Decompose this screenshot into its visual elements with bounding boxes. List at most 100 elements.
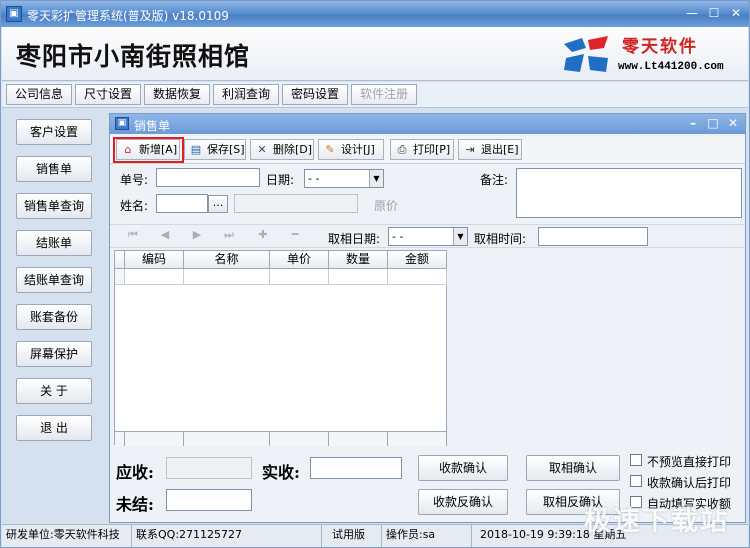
grid-empty-area	[447, 250, 745, 445]
sales-order-window: ▣ 销售单 – □ ✕ ⌂ 新增[A] ▤ 保存[S] ✕ 删除[D] ✎ 设计…	[109, 113, 746, 523]
first-record-icon[interactable]: ⏮	[126, 228, 140, 242]
name-label: 姓名:	[120, 199, 149, 213]
pickup-confirm-button[interactable]: 取相确认	[526, 455, 620, 481]
save-button[interactable]: ▤ 保存[S]	[184, 139, 246, 160]
toolbar: ⌂ 新增[A] ▤ 保存[S] ✕ 删除[D] ✎ 设计[J] ⎙ 打印[P] …	[110, 136, 745, 164]
nav-exit[interactable]: 退 出	[16, 415, 92, 441]
app-header: 枣阳市小南街照相馆 零天软件 www.Lt441200.com	[2, 27, 748, 81]
received-label: 实收:	[262, 463, 300, 482]
title-bar: ▣ 零天彩扩管理系统(普及版) v18.0109 — ☐ ✕	[1, 1, 749, 27]
tab-bar: 公司信息 尺寸设置 数据恢复 利润查询 密码设置 软件注册	[2, 82, 748, 108]
print-button[interactable]: ⎙ 打印[P]	[390, 139, 454, 160]
order-no-input[interactable]	[156, 168, 260, 187]
logo-url: www.Lt441200.com	[618, 61, 724, 73]
outstanding-label: 未结:	[116, 495, 154, 514]
design-button[interactable]: ✎ 设计[J]	[318, 139, 384, 160]
design-icon: ✎	[325, 143, 335, 156]
pickup-date-value: - -	[392, 230, 404, 243]
exit-button[interactable]: ⇥ 退出[E]	[458, 139, 522, 160]
column-header-price[interactable]: 单价	[270, 251, 329, 269]
pickup-time-input[interactable]	[538, 227, 648, 246]
date-picker[interactable]: - - ▼	[304, 169, 384, 188]
insert-record-icon[interactable]: ✚	[256, 228, 270, 241]
watermark: 极速下载站	[584, 506, 729, 537]
print-icon: ⎙	[397, 143, 407, 156]
inner-restore-button[interactable]: □	[707, 115, 719, 131]
prev-record-icon[interactable]: ◀	[158, 228, 172, 241]
tab-profit-query[interactable]: 利润查询	[213, 84, 279, 105]
exit-button-label: 退出[E]	[481, 143, 519, 156]
checkbox-label: 不预览直接打印	[647, 455, 732, 469]
date-value: - -	[308, 172, 320, 185]
delete-record-icon[interactable]: ━	[288, 228, 302, 241]
highlight-box	[113, 137, 184, 163]
status-edition: 试用版	[322, 525, 382, 547]
chevron-down-icon[interactable]: ▼	[453, 228, 467, 245]
minimize-button[interactable]: —	[683, 5, 701, 22]
nav-about[interactable]: 关 于	[16, 378, 92, 404]
delete-button[interactable]: ✕ 删除[D]	[250, 139, 314, 160]
print-button-label: 打印[P]	[413, 143, 451, 156]
status-developer: 研发单位:零天软件科技	[2, 525, 132, 547]
remark-textarea[interactable]	[516, 168, 742, 218]
brand-logo: 零天软件 www.Lt441200.com	[552, 28, 744, 80]
pickup-time-label: 取相时间:	[474, 232, 527, 246]
nav-settlement[interactable]: 结账单	[16, 230, 92, 256]
delete-icon: ✕	[257, 143, 267, 156]
last-record-icon[interactable]: ⏭	[222, 228, 236, 242]
inner-close-button[interactable]: ✕	[727, 115, 739, 131]
checkbox-box	[630, 475, 642, 487]
pickup-date-picker[interactable]: - - ▼	[388, 227, 468, 246]
chevron-down-icon[interactable]: ▼	[369, 170, 383, 187]
tab-data-restore[interactable]: 数据恢复	[144, 84, 210, 105]
column-header-quantity[interactable]: 数量	[329, 251, 388, 269]
nav-settlement-query[interactable]: 结账单查询	[16, 267, 92, 293]
save-button-label: 保存[S]	[207, 143, 245, 156]
inner-window-title: 销售单	[134, 119, 171, 133]
status-operator: 操作员:sa	[382, 525, 472, 547]
inner-title-bar: ▣ 销售单 – □ ✕	[110, 114, 745, 134]
order-no-label: 单号:	[120, 173, 149, 187]
column-header-code[interactable]: 编码	[125, 251, 184, 269]
delete-button-label: 删除[D]	[273, 143, 313, 156]
receivable-label: 应收:	[116, 463, 154, 482]
exit-icon: ⇥	[465, 143, 475, 156]
checkbox-label: 收款确认后打印	[647, 476, 732, 490]
receivable-field	[166, 457, 252, 479]
window-title: 零天彩扩管理系统(普及版) v18.0109	[27, 9, 229, 23]
received-input[interactable]	[310, 457, 402, 479]
nav-sales-order[interactable]: 销售单	[16, 156, 92, 182]
inner-window-icon: ▣	[115, 117, 129, 130]
nav-sales-order-query[interactable]: 销售单查询	[16, 193, 92, 219]
column-header-name[interactable]: 名称	[184, 251, 270, 269]
payment-unconfirm-button[interactable]: 收款反确认	[418, 489, 508, 515]
nav-account-backup[interactable]: 账套备份	[16, 304, 92, 330]
order-form: 单号: 日期: - - ▼ 备注: 姓名: ... 原价	[110, 165, 745, 223]
tab-company-info[interactable]: 公司信息	[6, 84, 72, 105]
left-nav: 客户设置 销售单 销售单查询 结账单 结账单查询 账套备份 屏幕保护 关 于 退…	[2, 109, 108, 523]
print-after-payment-checkbox[interactable]: 收款确认后打印	[630, 474, 731, 491]
grid-footer	[115, 431, 447, 446]
name-input[interactable]	[156, 194, 208, 213]
tab-software-register[interactable]: 软件注册	[351, 84, 417, 105]
column-header-amount[interactable]: 金额	[388, 251, 447, 269]
outstanding-field	[166, 489, 252, 511]
tab-password-settings[interactable]: 密码设置	[282, 84, 348, 105]
nav-customer-settings[interactable]: 客户设置	[16, 119, 92, 145]
checkbox-box	[630, 454, 642, 466]
main-window: ▣ 零天彩扩管理系统(普及版) v18.0109 — ☐ ✕ 枣阳市小南街照相馆…	[0, 0, 750, 548]
no-preview-print-checkbox[interactable]: 不预览直接打印	[630, 453, 731, 470]
nav-screen-saver[interactable]: 屏幕保护	[16, 341, 92, 367]
name-display	[234, 194, 358, 213]
status-qq: 联系QQ:271125727	[132, 525, 322, 547]
table-row[interactable]	[115, 269, 447, 285]
browse-button[interactable]: ...	[208, 195, 228, 213]
maximize-button[interactable]: ☐	[705, 5, 723, 22]
date-label: 日期:	[266, 173, 295, 187]
inner-minimize-button[interactable]: –	[687, 115, 699, 131]
pickup-date-label: 取相日期:	[328, 232, 381, 246]
close-button[interactable]: ✕	[727, 5, 745, 22]
payment-confirm-button[interactable]: 收款确认	[418, 455, 508, 481]
tab-size-settings[interactable]: 尺寸设置	[75, 84, 141, 105]
next-record-icon[interactable]: ▶	[190, 228, 204, 241]
